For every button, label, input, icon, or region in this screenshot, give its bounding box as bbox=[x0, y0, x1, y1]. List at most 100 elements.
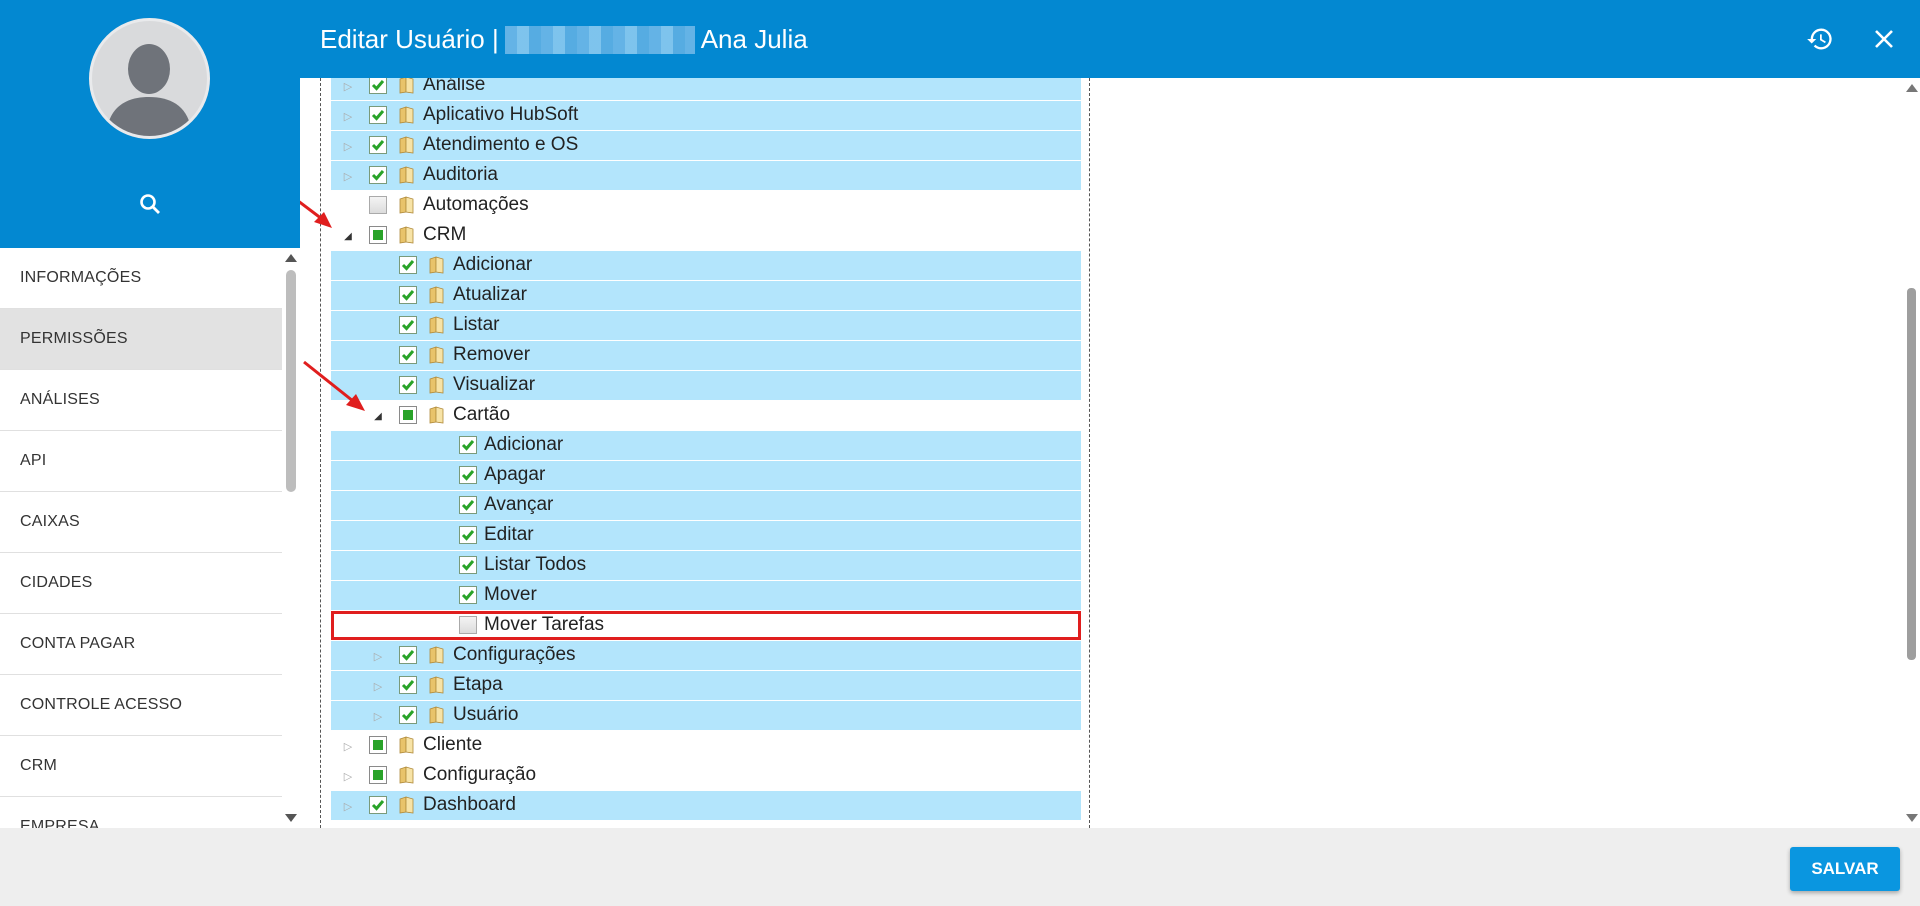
tree-node-configuracoes[interactable]: ▷ Configurações bbox=[331, 641, 1081, 670]
tree-node-aplicativo-hubsoft[interactable]: ▷ Aplicativo HubSoft bbox=[331, 101, 1081, 130]
tree-node-label: Listar Todos bbox=[484, 554, 587, 575]
sidebar-item-an-lises[interactable]: ANÁLISES bbox=[0, 370, 282, 431]
scroll-up-icon[interactable] bbox=[1906, 84, 1918, 92]
checkbox-checked[interactable] bbox=[369, 106, 387, 124]
sidebar-item-empresa[interactable]: EMPRESA bbox=[0, 797, 282, 828]
expand-icon[interactable]: ▷ bbox=[341, 739, 355, 753]
scroll-down-icon[interactable] bbox=[1906, 814, 1918, 822]
tree-node-label: Mover bbox=[484, 584, 537, 605]
checkbox-partial[interactable] bbox=[399, 406, 417, 424]
folder-icon bbox=[397, 795, 417, 815]
checkbox-partial[interactable] bbox=[369, 766, 387, 784]
expand-icon[interactable]: ▷ bbox=[371, 649, 385, 663]
checkbox-checked[interactable] bbox=[369, 166, 387, 184]
tree-node-listar-todos[interactable]: Listar Todos bbox=[331, 551, 1081, 580]
history-button[interactable] bbox=[1801, 20, 1839, 58]
tree-node-atendimento-e-os[interactable]: ▷ Atendimento e OS bbox=[331, 131, 1081, 160]
tree-node-mover[interactable]: Mover bbox=[331, 581, 1081, 610]
tree-node-usuario[interactable]: ▷ Usuário bbox=[331, 701, 1081, 730]
section-nav: INFORMAÇÕES PERMISSÕES ANÁLISES API CAIXAS CI… bbox=[0, 248, 282, 828]
sidebar-item-informa-es[interactable]: INFORMAÇÕES bbox=[0, 248, 282, 309]
tree-node-label: Dashboard bbox=[423, 794, 516, 815]
checkbox-checked[interactable] bbox=[399, 286, 417, 304]
checkbox-checked[interactable] bbox=[369, 78, 387, 94]
checkbox-partial[interactable] bbox=[369, 736, 387, 754]
folder-icon bbox=[427, 705, 447, 725]
sidebar-item-permiss-es[interactable]: PERMISSÕES bbox=[0, 309, 282, 370]
nav-scrollbar[interactable] bbox=[282, 248, 300, 828]
expand-icon[interactable]: ▷ bbox=[341, 79, 355, 93]
sidebar-item-cidades[interactable]: CIDADES bbox=[0, 553, 282, 614]
checkbox-checked[interactable] bbox=[459, 436, 477, 454]
checkbox-checked[interactable] bbox=[459, 556, 477, 574]
tree-node-label: Etapa bbox=[453, 674, 503, 695]
close-button[interactable] bbox=[1865, 20, 1903, 58]
save-button[interactable]: SALVAR bbox=[1790, 847, 1900, 891]
checkbox-checked[interactable] bbox=[459, 466, 477, 484]
tree-node-adicionar[interactable]: Adicionar bbox=[331, 251, 1081, 280]
tree-node-label: Listar bbox=[453, 314, 500, 335]
tree-node-listar[interactable]: Listar bbox=[331, 311, 1081, 340]
checkbox-checked[interactable] bbox=[399, 346, 417, 364]
sidebar-item-api[interactable]: API bbox=[0, 431, 282, 492]
folder-icon bbox=[427, 645, 447, 665]
tree-scrollbar[interactable] bbox=[1902, 78, 1920, 828]
checkbox-checked[interactable] bbox=[459, 496, 477, 514]
tree-node-cliente[interactable]: ▷ Cliente bbox=[331, 731, 1081, 760]
tree-node-crm[interactable]: ◢ CRM bbox=[331, 221, 1081, 250]
folder-icon bbox=[427, 255, 447, 275]
tree-node-atualizar[interactable]: Atualizar bbox=[331, 281, 1081, 310]
tree-node-etapa[interactable]: ▷ Etapa bbox=[331, 671, 1081, 700]
sidebar-item-conta-pagar[interactable]: CONTA PAGAR bbox=[0, 614, 282, 675]
dialog-title: Editar Usuário | Ana Julia bbox=[320, 24, 808, 55]
checkbox-checked[interactable] bbox=[369, 796, 387, 814]
checkbox-checked[interactable] bbox=[369, 136, 387, 154]
dialog-footer: SALVAR bbox=[0, 828, 1920, 906]
expand-icon[interactable]: ▷ bbox=[341, 799, 355, 813]
checkbox-checked[interactable] bbox=[399, 646, 417, 664]
expand-icon[interactable]: ▷ bbox=[371, 679, 385, 693]
tree-node-auditoria[interactable]: ▷ Auditoria bbox=[331, 161, 1081, 190]
checkbox-empty[interactable] bbox=[369, 196, 387, 214]
scroll-up-icon[interactable] bbox=[285, 254, 297, 262]
sidebar-item-controle-acesso[interactable]: CONTROLE ACESSO bbox=[0, 675, 282, 736]
expand-icon[interactable]: ▷ bbox=[341, 139, 355, 153]
checkbox-checked[interactable] bbox=[399, 676, 417, 694]
nav-scroll-thumb[interactable] bbox=[286, 270, 296, 492]
expand-icon[interactable]: ▷ bbox=[371, 709, 385, 723]
tree-node-remover[interactable]: Remover bbox=[331, 341, 1081, 370]
tree-node-analise[interactable]: ▷ Análise bbox=[331, 78, 1081, 100]
scroll-down-icon[interactable] bbox=[285, 814, 297, 822]
tree-scroll-thumb[interactable] bbox=[1907, 288, 1916, 660]
tree-node-mover-tarefas[interactable]: Mover Tarefas bbox=[331, 611, 1081, 640]
sidebar-item-crm[interactable]: CRM bbox=[0, 736, 282, 797]
checkbox-partial[interactable] bbox=[369, 226, 387, 244]
checkbox-empty[interactable] bbox=[459, 616, 477, 634]
checkbox-checked[interactable] bbox=[399, 376, 417, 394]
tree-node-avancar[interactable]: Avançar bbox=[331, 491, 1081, 520]
tree-node-editar[interactable]: Editar bbox=[331, 521, 1081, 550]
tree-node-apagar[interactable]: Apagar bbox=[331, 461, 1081, 490]
folder-icon bbox=[427, 315, 447, 335]
search-icon bbox=[140, 194, 160, 214]
tree-node-automacoes[interactable]: Automações bbox=[331, 191, 1081, 220]
expand-icon[interactable]: ▷ bbox=[341, 769, 355, 783]
tree-node-configuracao[interactable]: ▷ Configuração bbox=[331, 761, 1081, 790]
checkbox-checked[interactable] bbox=[399, 256, 417, 274]
tree-node-adicionar[interactable]: Adicionar bbox=[331, 431, 1081, 460]
tree-node-dashboard[interactable]: ▷ Dashboard bbox=[331, 791, 1081, 820]
search-button[interactable] bbox=[136, 190, 164, 218]
tree-node-cartao[interactable]: ◢ Cartão bbox=[331, 401, 1081, 430]
folder-icon bbox=[427, 405, 447, 425]
tree-node-label: Configuração bbox=[423, 764, 537, 785]
permissions-panel: ▷ Análise ▷ Aplicativo HubSoft ▷ Atendimento … bbox=[300, 78, 1920, 828]
expand-icon[interactable]: ▷ bbox=[341, 109, 355, 123]
checkbox-checked[interactable] bbox=[459, 526, 477, 544]
tree-node-label: Usuário bbox=[453, 704, 519, 725]
tree-node-label: Visualizar bbox=[453, 374, 536, 395]
checkbox-checked[interactable] bbox=[399, 316, 417, 334]
checkbox-checked[interactable] bbox=[459, 586, 477, 604]
sidebar-item-caixas[interactable]: CAIXAS bbox=[0, 492, 282, 553]
tree-node-visualizar[interactable]: Visualizar bbox=[331, 371, 1081, 400]
checkbox-checked[interactable] bbox=[399, 706, 417, 724]
